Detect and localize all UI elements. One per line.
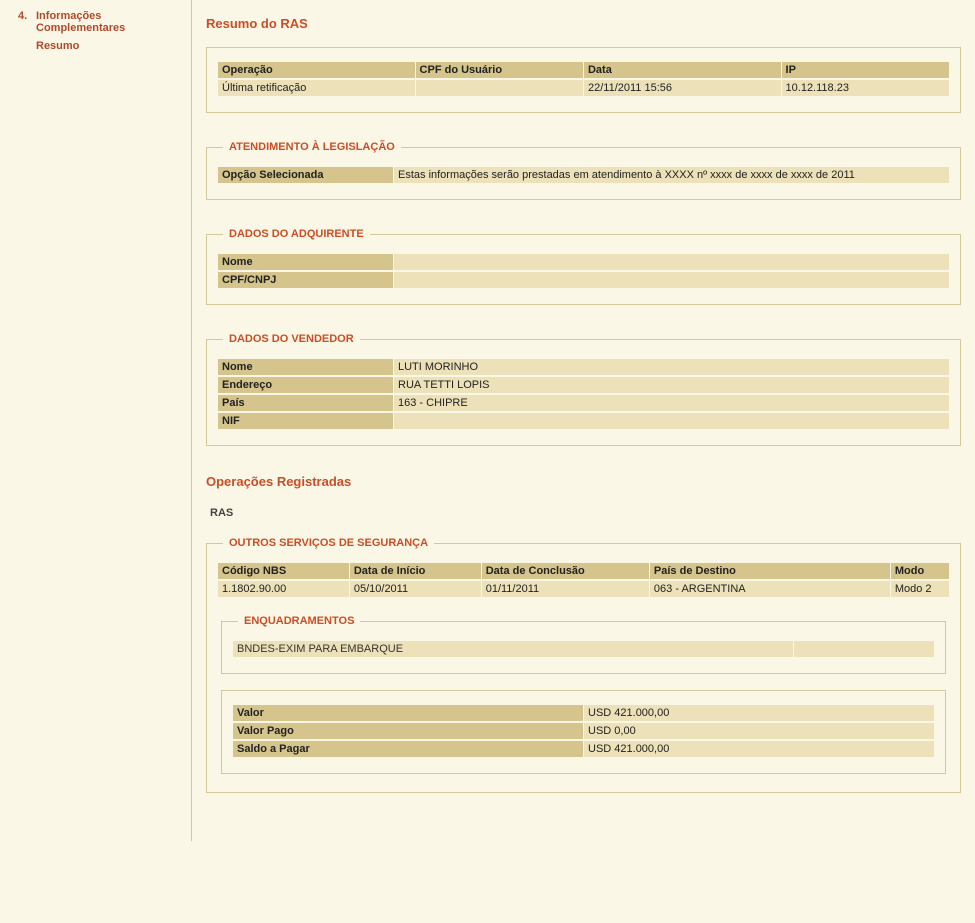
- label-valor-pago: Valor Pago: [233, 723, 583, 739]
- label-pais: País: [218, 395, 393, 411]
- cell-codigo: 1.1802.90.00: [218, 581, 349, 597]
- value-valor-pago: USD 0,00: [584, 723, 934, 739]
- adquirente-panel: DADOS DO ADQUIRENTE Nome CPF/CNPJ: [206, 228, 961, 305]
- label-nome: Nome: [218, 254, 393, 270]
- cell-cpf: [416, 80, 583, 96]
- cell-inicio: 05/10/2011: [350, 581, 481, 597]
- legislacao-table: Opção Selecionada Estas informações serã…: [217, 165, 950, 185]
- sidebar: 4. Informações Complementares Resumo: [0, 0, 192, 841]
- cell-destino: 063 - ARGENTINA: [650, 581, 890, 597]
- table-row: Valor USD 421.000,00: [233, 705, 934, 721]
- value-nif: [394, 413, 949, 429]
- col-inicio: Data de Início: [350, 563, 481, 579]
- value-endereco: RUA TETTI LOPIS: [394, 377, 949, 393]
- col-cpf: CPF do Usuário: [416, 62, 583, 78]
- servicos-panel: OUTROS SERVIÇOS DE SEGURANÇA Código NBS …: [206, 537, 961, 793]
- legislacao-panel: ATENDIMENTO À LEGISLAÇÃO Opção Seleciona…: [206, 141, 961, 200]
- label-nome: Nome: [218, 359, 393, 375]
- table-row: Saldo a Pagar USD 421.000,00: [233, 741, 934, 757]
- enquadramentos-table: BNDES-EXIM PARA EMBARQUE: [232, 639, 935, 659]
- col-data: Data: [584, 62, 781, 78]
- label-cpf: CPF/CNPJ: [218, 272, 393, 288]
- valores-table: Valor USD 421.000,00 Valor Pago USD 0,00…: [232, 703, 935, 759]
- col-operacao: Operação: [218, 62, 415, 78]
- table-row: CPF/CNPJ: [218, 272, 949, 288]
- page-title: Resumo do RAS: [206, 16, 961, 31]
- col-modo: Modo: [891, 563, 949, 579]
- cell-operacao: Última retificação: [218, 80, 415, 96]
- col-ip: IP: [782, 62, 949, 78]
- enquadramentos-panel: ENQUADRAMENTOS BNDES-EXIM PARA EMBARQUE: [221, 615, 946, 674]
- table-row: Endereço RUA TETTI LOPIS: [218, 377, 949, 393]
- value-pais: 163 - CHIPRE: [394, 395, 949, 411]
- cell-blank: [794, 641, 934, 657]
- operacoes-title: Operações Registradas: [206, 474, 961, 489]
- cell-conclusao: 01/11/2011: [482, 581, 649, 597]
- value-saldo: USD 421.000,00: [584, 741, 934, 757]
- value-cpf: [394, 272, 949, 288]
- table-row: Valor Pago USD 0,00: [233, 723, 934, 739]
- table-row: BNDES-EXIM PARA EMBARQUE: [233, 641, 934, 657]
- vendedor-panel: DADOS DO VENDEDOR Nome LUTI MORINHO Ende…: [206, 333, 961, 446]
- value-valor: USD 421.000,00: [584, 705, 934, 721]
- cell-ip: 10.12.118.23: [782, 80, 949, 96]
- col-codigo: Código NBS: [218, 563, 349, 579]
- cell-enquadramento: BNDES-EXIM PARA EMBARQUE: [233, 641, 793, 657]
- ras-label: RAS: [210, 507, 961, 519]
- cell-modo: Modo 2: [891, 581, 949, 597]
- table-row: 1.1802.90.00 05/10/2011 01/11/2011 063 -…: [218, 581, 949, 597]
- nav-label: Informações Complementares: [36, 10, 181, 34]
- col-destino: País de Destino: [650, 563, 890, 579]
- cell-data: 22/11/2011 15:56: [584, 80, 781, 96]
- operation-panel: Operação CPF do Usuário Data IP Última r…: [206, 47, 961, 113]
- vendedor-table: Nome LUTI MORINHO Endereço RUA TETTI LOP…: [217, 357, 950, 431]
- table-row: NIF: [218, 413, 949, 429]
- sidebar-item-resumo[interactable]: Resumo: [36, 40, 181, 52]
- label-saldo: Saldo a Pagar: [233, 741, 583, 757]
- servicos-table: Código NBS Data de Início Data de Conclu…: [217, 561, 950, 599]
- value-nome: LUTI MORINHO: [394, 359, 949, 375]
- table-row: Nome LUTI MORINHO: [218, 359, 949, 375]
- adquirente-legend: DADOS DO ADQUIRENTE: [223, 228, 370, 240]
- table-row: Opção Selecionada Estas informações serã…: [218, 167, 949, 183]
- enquadramentos-legend: ENQUADRAMENTOS: [238, 615, 360, 627]
- valores-panel: Valor USD 421.000,00 Valor Pago USD 0,00…: [221, 690, 946, 774]
- main-content: Resumo do RAS Operação CPF do Usuário Da…: [192, 0, 975, 841]
- label-nif: NIF: [218, 413, 393, 429]
- table-row: País 163 - CHIPRE: [218, 395, 949, 411]
- vendedor-legend: DADOS DO VENDEDOR: [223, 333, 360, 345]
- nav-label: Resumo: [36, 40, 79, 52]
- table-row: Nome: [218, 254, 949, 270]
- table-row: Última retificação 22/11/2011 15:56 10.1…: [218, 80, 949, 96]
- label-valor: Valor: [233, 705, 583, 721]
- operation-table: Operação CPF do Usuário Data IP Última r…: [217, 60, 950, 98]
- label-opcao: Opção Selecionada: [218, 167, 393, 183]
- adquirente-table: Nome CPF/CNPJ: [217, 252, 950, 290]
- col-conclusao: Data de Conclusão: [482, 563, 649, 579]
- value-opcao: Estas informações serão prestadas em ate…: [394, 167, 949, 183]
- label-endereco: Endereço: [218, 377, 393, 393]
- nav-number: 4.: [18, 10, 36, 34]
- servicos-legend: OUTROS SERVIÇOS DE SEGURANÇA: [223, 537, 434, 549]
- sidebar-item-informacoes[interactable]: 4. Informações Complementares: [18, 10, 181, 34]
- legislacao-legend: ATENDIMENTO À LEGISLAÇÃO: [223, 141, 401, 153]
- value-nome: [394, 254, 949, 270]
